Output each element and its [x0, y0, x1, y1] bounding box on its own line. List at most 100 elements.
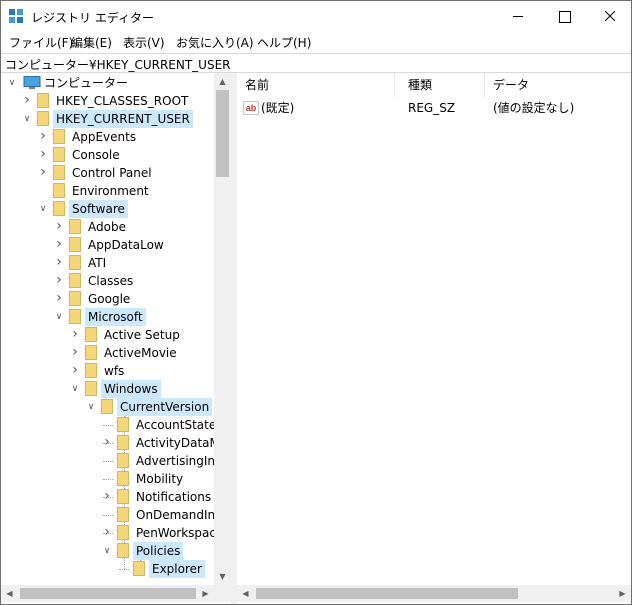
folder-icon — [69, 309, 81, 324]
tree-node[interactable]: › Classes — [1, 272, 214, 290]
menu-help[interactable]: ヘルプ(H) — [257, 34, 311, 51]
menu-view[interactable]: 表示(V) — [123, 34, 165, 51]
tree-connector-line — [103, 479, 113, 480]
tree-node[interactable]: Explorer — [1, 560, 214, 578]
chevron-down-icon[interactable]: ∨ — [54, 311, 64, 323]
maximize-button[interactable] — [541, 1, 587, 31]
tree-node[interactable]: › Notifications — [1, 488, 214, 506]
folder-icon — [117, 525, 129, 540]
scroll-up-arrow-icon[interactable]: ▲ — [214, 73, 231, 90]
tree-node[interactable]: › ActiveMovie — [1, 344, 214, 362]
tree-node-label: AdvertisingInf — [136, 454, 220, 468]
chevron-right-icon[interactable]: › — [54, 237, 64, 251]
tree-node[interactable]: › Control Panel — [1, 164, 214, 182]
scroll-left-arrow-icon[interactable]: ◀ — [237, 585, 254, 602]
scroll-thumb[interactable] — [20, 588, 196, 599]
scroll-thumb[interactable] — [216, 90, 229, 177]
scroll-thumb[interactable] — [256, 588, 518, 599]
tree-node[interactable]: › AppEvents — [1, 128, 214, 146]
tree-node[interactable]: OnDemandInt — [1, 506, 220, 524]
chevron-right-icon[interactable]: › — [70, 345, 80, 359]
chevron-down-icon[interactable]: ∨ — [70, 383, 80, 395]
menu-edit[interactable]: 編集(E) — [71, 34, 112, 51]
tree-node-label: HKEY_CLASSES_ROOT — [56, 94, 189, 108]
scrollbar-corner — [214, 585, 231, 602]
tree-node[interactable]: AdvertisingInf — [1, 452, 219, 470]
tree-connector-line — [103, 425, 113, 426]
list-item[interactable]: ab (既定) REG_SZ (値の設定なし) — [237, 99, 631, 117]
column-header-type[interactable]: 種類 — [400, 73, 485, 97]
chevron-right-icon[interactable]: › — [54, 273, 64, 287]
chevron-right-icon[interactable]: › — [54, 291, 64, 305]
tree-node[interactable]: › AppDataLow — [1, 236, 214, 254]
chevron-right-icon[interactable]: › — [102, 435, 112, 449]
tree-node[interactable]: ∨ HKEY_CURRENT_USER — [1, 110, 214, 128]
column-header-name[interactable]: 名前 — [237, 73, 395, 97]
menu-favorites[interactable]: お気に入り(A) — [176, 34, 254, 51]
tree-connector-line — [103, 515, 113, 516]
chevron-down-icon[interactable]: ∨ — [102, 545, 112, 557]
tree-node-label: ActiveMovie — [104, 346, 177, 360]
tree-horizontal-scrollbar[interactable]: ◀ ▶ — [1, 585, 231, 602]
chevron-right-icon[interactable]: › — [54, 255, 64, 269]
column-header-data[interactable]: データ — [485, 73, 631, 97]
chevron-down-icon[interactable]: ∨ — [38, 203, 48, 215]
tree-node[interactable]: Mobility — [1, 470, 214, 488]
tree-node[interactable]: › ATI — [1, 254, 214, 272]
tree-node[interactable]: › ActivityDataM — [1, 434, 220, 452]
chevron-right-icon[interactable]: › — [38, 147, 48, 161]
chevron-right-icon[interactable]: › — [38, 165, 48, 179]
chevron-down-icon[interactable]: ∨ — [86, 401, 96, 413]
tree-node[interactable]: Environment — [1, 182, 214, 200]
tree-node[interactable]: › Adobe — [1, 218, 214, 236]
folder-icon — [69, 219, 81, 234]
chevron-down-icon[interactable]: ∨ — [7, 77, 17, 89]
value-type: REG_SZ — [408, 101, 456, 115]
chevron-right-icon[interactable]: › — [70, 327, 80, 341]
chevron-right-icon[interactable]: › — [38, 129, 48, 143]
minimize-button[interactable] — [495, 1, 541, 31]
tree-node[interactable]: ∨ Software — [1, 200, 214, 218]
tree-node[interactable]: › wfs — [1, 362, 214, 380]
title-bar[interactable]: レジストリ エディター — [1, 1, 631, 31]
chevron-right-icon[interactable]: › — [22, 93, 32, 107]
close-button[interactable] — [587, 1, 632, 31]
menu-file[interactable]: ファイル(F) — [9, 34, 73, 51]
tree-node[interactable]: › Google — [1, 290, 214, 308]
tree-node[interactable]: ∨ Windows — [1, 380, 214, 398]
registry-editor-window: レジストリ エディター ファイル(F) 編集(E) 表示(V) お気に入り(A)… — [0, 0, 632, 605]
tree-node-computer[interactable]: ∨ コンピューター — [1, 74, 214, 92]
chevron-down-icon[interactable]: ∨ — [22, 113, 32, 125]
folder-icon — [85, 363, 97, 378]
tree-node[interactable]: ∨ Policies — [1, 542, 214, 560]
tree-node[interactable]: ∨ Microsoft — [1, 308, 214, 326]
tree-connector-line — [119, 569, 129, 570]
tree-node[interactable]: › Active Setup — [1, 326, 214, 344]
key-tree: ∨ コンピューター › HKEY_CLASSES_ROOT ∨ HKEY_CURREN… — [1, 73, 231, 604]
chevron-right-icon[interactable]: › — [102, 525, 112, 539]
tree-node[interactable]: AccountState — [1, 416, 216, 434]
tree-node[interactable]: › PenWorkspace — [1, 524, 223, 542]
scroll-right-arrow-icon[interactable]: ▶ — [614, 585, 631, 602]
tree-node[interactable]: › Console — [1, 146, 214, 164]
tree-vertical-scrollbar[interactable]: ▲ ▼ — [214, 73, 231, 585]
folder-icon — [37, 111, 49, 126]
scroll-right-arrow-icon[interactable]: ▶ — [197, 585, 214, 602]
chevron-right-icon[interactable]: › — [54, 219, 64, 233]
scroll-down-arrow-icon[interactable]: ▼ — [214, 568, 231, 585]
list-horizontal-scrollbar[interactable]: ◀ ▶ — [237, 585, 631, 602]
folder-icon — [69, 255, 81, 270]
tree-node-label: CurrentVersion — [117, 398, 213, 416]
address-bar[interactable]: コンピューター¥HKEY_CURRENT_USER — [1, 53, 631, 73]
tree-node[interactable]: ∨ CurrentVersion — [1, 398, 214, 416]
tree-node-label: ActivityDataM — [136, 436, 220, 450]
scroll-left-arrow-icon[interactable]: ◀ — [1, 585, 18, 602]
chevron-right-icon[interactable]: › — [102, 489, 112, 503]
folder-icon — [69, 273, 81, 288]
folder-icon — [53, 201, 65, 216]
tree-node[interactable]: › HKEY_CLASSES_ROOT — [1, 92, 214, 110]
address-path[interactable]: コンピューター¥HKEY_CURRENT_USER — [5, 56, 231, 73]
chevron-right-icon[interactable]: › — [70, 363, 80, 377]
close-icon — [604, 10, 616, 22]
tree-node-label: Adobe — [88, 220, 126, 234]
